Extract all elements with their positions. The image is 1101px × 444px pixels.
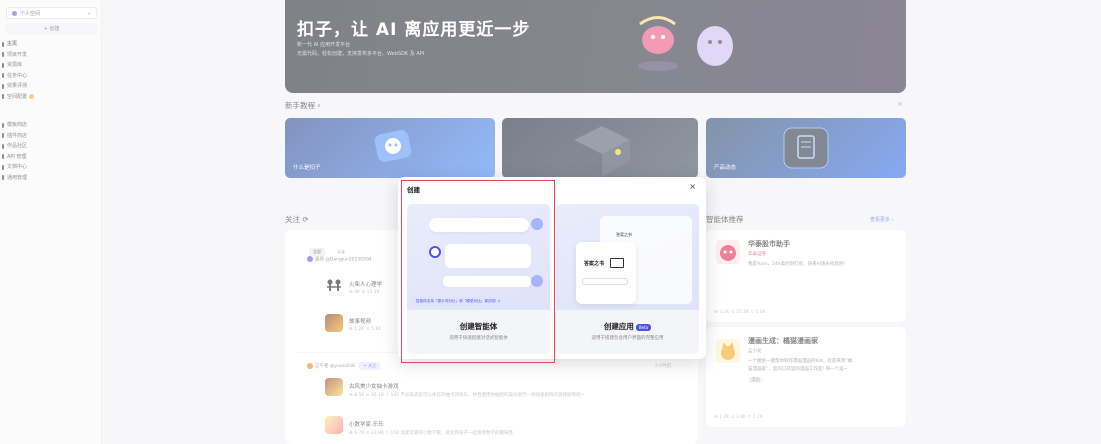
book-icon <box>610 258 624 268</box>
create-app-label: 创建应用 Beta <box>556 321 699 332</box>
create-app-desc: 适用于搭建包含用户界面的完整应用 <box>591 336 664 341</box>
beta-badge: Beta <box>635 323 652 331</box>
phone-mockup: 答案之书 <box>576 242 636 304</box>
selection-highlight <box>401 180 555 363</box>
create-app-option[interactable]: 答案之书 答案之书 创建应用 Beta 适用于搭建包含用户界面的完整应用 <box>556 204 699 354</box>
close-icon[interactable]: × <box>689 182 696 191</box>
app-illustration: 答案之书 答案之书 <box>556 204 699 310</box>
